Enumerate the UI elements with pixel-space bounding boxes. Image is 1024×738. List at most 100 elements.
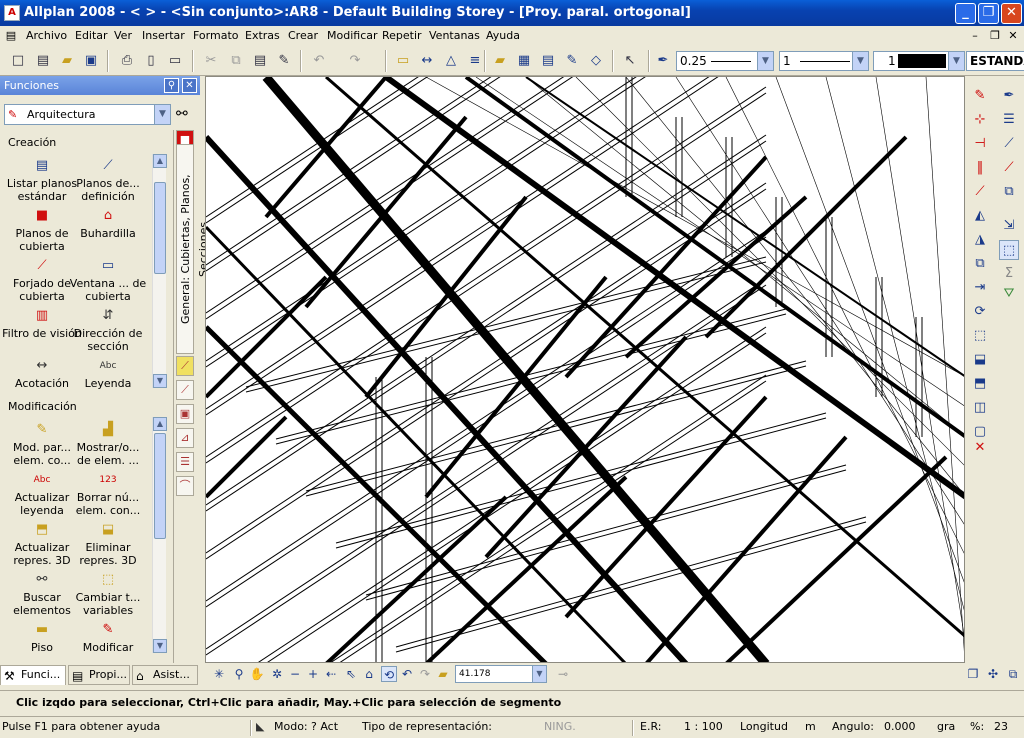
menu-crear[interactable]: Crear: [288, 29, 318, 42]
parallel-icon[interactable]: ‖: [970, 158, 990, 178]
mdi-restore-icon[interactable]: ❐: [988, 29, 1002, 42]
snap-icon[interactable]: ⊣: [970, 134, 990, 154]
tab-walls-icon[interactable]: ⟋: [176, 380, 194, 400]
chevron-down-icon[interactable]: ▼: [154, 105, 170, 124]
function-item[interactable]: ▟ Mostrar/o... de elem. ...: [68, 422, 148, 467]
select-mode-icon[interactable]: ⬚: [999, 240, 1019, 260]
app-icon[interactable]: A: [4, 5, 20, 21]
open-view-icon[interactable]: ▰: [435, 666, 451, 682]
document-icon[interactable]: ▤: [4, 29, 18, 42]
restore-button[interactable]: ❐: [978, 3, 999, 24]
open-project-icon[interactable]: ▰: [490, 51, 510, 71]
menu-modificar[interactable]: Modificar: [327, 29, 378, 42]
select-icon[interactable]: ↖: [620, 51, 640, 71]
cut-icon[interactable]: ✂: [201, 51, 221, 71]
line-icon[interactable]: ⟋: [999, 134, 1019, 154]
chevron-down-icon[interactable]: ▼: [948, 52, 964, 70]
function-item[interactable]: 123 Borrar nú... elem. con...: [68, 472, 148, 517]
modification-scrollbar[interactable]: ▲ ▼: [152, 417, 167, 653]
function-item[interactable]: ⌂ Buhardilla: [68, 208, 148, 240]
axes-icon[interactable]: ✣: [985, 666, 1001, 682]
minimize-button[interactable]: _: [955, 3, 976, 24]
angle-icon[interactable]: △: [441, 51, 461, 71]
scroll-down-icon[interactable]: ▼: [153, 374, 167, 388]
3d-view-icon[interactable]: ◇: [586, 51, 606, 71]
window-icon[interactable]: ❐: [965, 666, 981, 682]
distance-icon[interactable]: ↔: [417, 51, 437, 71]
redo-icon[interactable]: ↷: [345, 51, 365, 71]
function-item[interactable]: ⬓ Eliminar repres. 3D: [68, 522, 148, 567]
pen-red-icon[interactable]: ✎: [970, 86, 990, 106]
line-type-select[interactable]: 1 ▼: [779, 51, 869, 71]
area-icon[interactable]: ≡: [465, 51, 485, 71]
rotate-icon[interactable]: ⟳: [970, 302, 990, 322]
delete-icon[interactable]: ✕: [970, 438, 990, 458]
pan-icon[interactable]: ✋: [249, 666, 265, 682]
select-area-icon[interactable]: ⇲: [999, 216, 1019, 236]
offset-icon[interactable]: ⬒: [970, 374, 990, 394]
scale-icon[interactable]: ⬚: [970, 326, 990, 346]
view-house-icon[interactable]: ⌂: [361, 666, 377, 682]
new-document-icon[interactable]: ▤: [33, 51, 53, 71]
function-item[interactable]: ✎ Modificar: [68, 622, 148, 654]
menu-extras[interactable]: Extras: [245, 29, 280, 42]
color-select[interactable]: 1 ▼: [873, 51, 965, 71]
draw-icon[interactable]: ⟋: [970, 182, 990, 202]
lines-icon[interactable]: ☰: [999, 110, 1019, 130]
tab-terrain-icon[interactable]: ⌒: [176, 476, 194, 496]
tab-list-icon[interactable]: ☰: [176, 452, 194, 472]
open-folder-icon[interactable]: ▰: [57, 51, 77, 71]
pan-left-icon[interactable]: ⇠: [323, 666, 339, 682]
menu-ventanas[interactable]: Ventanas: [429, 29, 480, 42]
tab-general[interactable]: General: Cubiertas, Planos, Secciones: [176, 144, 210, 354]
function-item[interactable]: ⟋ Planos de... definición: [68, 158, 148, 203]
pin-view-icon[interactable]: ⊸: [555, 666, 571, 682]
zoom-out-icon[interactable]: −: [287, 666, 303, 682]
viewport-3d[interactable]: [205, 76, 965, 663]
menu-repetir[interactable]: Repetir: [382, 29, 422, 42]
tab-stair-icon[interactable]: ⊿: [176, 428, 194, 448]
line-red-icon[interactable]: ⟋: [999, 158, 1019, 178]
close-button[interactable]: ✕: [1001, 3, 1022, 24]
tab-assistant[interactable]: ⌂ Asist...: [132, 665, 198, 685]
layer-select[interactable]: ESTANDA: [966, 51, 1024, 71]
menu-ayuda[interactable]: Ayuda: [486, 29, 520, 42]
pen-tool-icon[interactable]: ✎: [562, 51, 582, 71]
tab-properties[interactable]: ▤ Propi...: [68, 665, 130, 685]
zoom-all-icon[interactable]: ✲: [269, 666, 285, 682]
eyedropper-icon[interactable]: ✒: [653, 51, 673, 71]
module-select[interactable]: ✎ Arquitectura ▼: [4, 104, 171, 125]
point-icon[interactable]: ⊹: [970, 110, 990, 130]
menu-insertar[interactable]: Insertar: [142, 29, 185, 42]
layout-icon[interactable]: ▦: [514, 51, 534, 71]
pipette-icon[interactable]: ✒: [999, 86, 1019, 106]
view-rotate-icon[interactable]: ⟲: [381, 666, 397, 682]
copy-icon[interactable]: ⧉: [970, 254, 990, 274]
pin-icon[interactable]: ⚲: [164, 78, 179, 93]
scroll-thumb[interactable]: [154, 182, 166, 274]
save-icon[interactable]: ▣: [81, 51, 101, 71]
scroll-down-icon[interactable]: ▼: [153, 639, 167, 653]
function-item[interactable]: Abc Leyenda: [68, 358, 148, 390]
undo-view-icon[interactable]: ↶: [399, 666, 415, 682]
redraw-icon[interactable]: ✳: [211, 666, 227, 682]
mirror-icon[interactable]: ◭: [970, 206, 990, 226]
tab-functions[interactable]: ⚒ Funci...: [0, 665, 66, 685]
panel-close-icon[interactable]: ✕: [182, 78, 197, 93]
paste-icon[interactable]: ▤: [250, 51, 270, 71]
tile-icon[interactable]: ⧉: [1005, 666, 1021, 682]
trim-icon[interactable]: ◫: [970, 398, 990, 418]
tab-stairs-icon[interactable]: ⟋: [176, 356, 194, 376]
pen-thickness-select[interactable]: 0.25 ▼: [676, 51, 774, 71]
scroll-up-icon[interactable]: ▲: [153, 154, 167, 168]
redo-view-icon[interactable]: ↷: [417, 666, 433, 682]
mdi-minimize-icon[interactable]: –: [968, 29, 982, 42]
function-item[interactable]: ⇵ Dirección de sección: [68, 308, 148, 353]
copy-icon[interactable]: ⧉: [226, 51, 246, 71]
format-painter-icon[interactable]: ✎: [274, 51, 294, 71]
zoom-icon[interactable]: ⚲: [231, 666, 247, 682]
stretch-icon[interactable]: ⬓: [970, 350, 990, 370]
binoculars-icon[interactable]: ⚯: [176, 106, 188, 122]
chevron-down-icon[interactable]: ▼: [532, 666, 546, 682]
menu-editar[interactable]: Editar: [75, 29, 108, 42]
